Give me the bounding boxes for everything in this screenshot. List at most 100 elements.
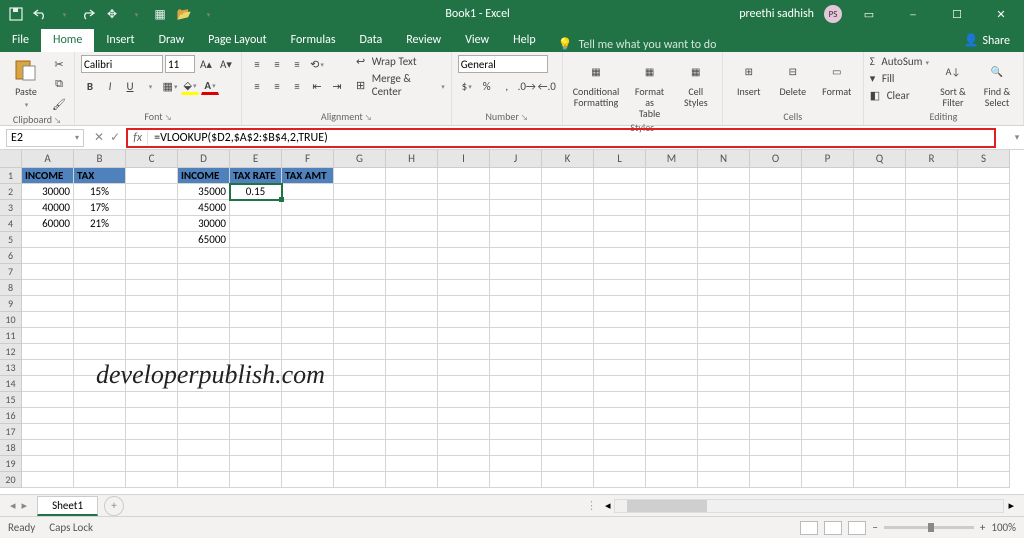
tell-me[interactable]: 💡 Tell me what you want to do <box>548 37 717 52</box>
cell-P20[interactable] <box>802 472 854 488</box>
increase-decimal-button[interactable]: .0→ <box>518 77 536 95</box>
cell-F5[interactable] <box>282 232 334 248</box>
cell-C18[interactable] <box>126 440 178 456</box>
cell-S5[interactable] <box>958 232 1010 248</box>
cell-B11[interactable] <box>74 328 126 344</box>
cell-G2[interactable] <box>334 184 386 200</box>
row-header[interactable]: 20 <box>0 472 22 488</box>
cell-K12[interactable] <box>542 344 594 360</box>
cell-C16[interactable] <box>126 408 178 424</box>
cell-G20[interactable] <box>334 472 386 488</box>
fill-color-button[interactable]: ⬙ <box>181 77 199 95</box>
maximize-button[interactable]: ☐ <box>940 0 974 28</box>
cell-Q17[interactable] <box>854 424 906 440</box>
cell-B6[interactable] <box>74 248 126 264</box>
cell-O14[interactable] <box>750 376 802 392</box>
cell-J1[interactable] <box>490 168 542 184</box>
cell-D8[interactable] <box>178 280 230 296</box>
zoom-out-button[interactable]: − <box>872 521 877 534</box>
cell-P9[interactable] <box>802 296 854 312</box>
cell-E5[interactable] <box>230 232 282 248</box>
tab-formulas[interactable]: Formulas <box>279 29 348 52</box>
cell-L8[interactable] <box>594 280 646 296</box>
cell-F7[interactable] <box>282 264 334 280</box>
cell-J7[interactable] <box>490 264 542 280</box>
column-header[interactable]: O <box>750 150 802 168</box>
row-header[interactable]: 13 <box>0 360 22 376</box>
column-header[interactable]: M <box>646 150 698 168</box>
zoom-in-button[interactable]: + <box>980 521 985 534</box>
column-header[interactable]: G <box>334 150 386 168</box>
cell-J19[interactable] <box>490 456 542 472</box>
cell-Q14[interactable] <box>854 376 906 392</box>
row-header[interactable]: 12 <box>0 344 22 360</box>
cell-I12[interactable] <box>438 344 490 360</box>
cell-D19[interactable] <box>178 456 230 472</box>
cell-I10[interactable] <box>438 312 490 328</box>
cell-R12[interactable] <box>906 344 958 360</box>
cell-I19[interactable] <box>438 456 490 472</box>
cell-S11[interactable] <box>958 328 1010 344</box>
cell-I11[interactable] <box>438 328 490 344</box>
number-launcher[interactable] <box>521 110 528 123</box>
cell-I3[interactable] <box>438 200 490 216</box>
cell-A8[interactable] <box>22 280 74 296</box>
cell-F11[interactable] <box>282 328 334 344</box>
cell-I2[interactable] <box>438 184 490 200</box>
cell-B8[interactable] <box>74 280 126 296</box>
cell-E20[interactable] <box>230 472 282 488</box>
cell-M16[interactable] <box>646 408 698 424</box>
cell-P15[interactable] <box>802 392 854 408</box>
cell-N17[interactable] <box>698 424 750 440</box>
tab-draw[interactable]: Draw <box>147 29 197 52</box>
cell-C9[interactable] <box>126 296 178 312</box>
cell-I9[interactable] <box>438 296 490 312</box>
cell-H16[interactable] <box>386 408 438 424</box>
cell-O16[interactable] <box>750 408 802 424</box>
cell-K9[interactable] <box>542 296 594 312</box>
row-header[interactable]: 11 <box>0 328 22 344</box>
cell-S20[interactable] <box>958 472 1010 488</box>
cell-N18[interactable] <box>698 440 750 456</box>
zoom-slider[interactable] <box>884 526 974 529</box>
tab-view[interactable]: View <box>453 29 501 52</box>
cell-D1[interactable]: INCOME <box>178 168 230 184</box>
row-header[interactable]: 2 <box>0 184 22 200</box>
cell-C3[interactable] <box>126 200 178 216</box>
cell-E11[interactable] <box>230 328 282 344</box>
cell-H13[interactable] <box>386 360 438 376</box>
cell-N9[interactable] <box>698 296 750 312</box>
cell-I17[interactable] <box>438 424 490 440</box>
cell-O18[interactable] <box>750 440 802 456</box>
minimize-button[interactable]: ─ <box>896 0 930 28</box>
column-header[interactable]: B <box>74 150 126 168</box>
cell-I8[interactable] <box>438 280 490 296</box>
cell-N4[interactable] <box>698 216 750 232</box>
cell-A9[interactable] <box>22 296 74 312</box>
cell-A11[interactable] <box>22 328 74 344</box>
cell-P4[interactable] <box>802 216 854 232</box>
cell-C10[interactable] <box>126 312 178 328</box>
cell-A19[interactable] <box>22 456 74 472</box>
cell-E12[interactable] <box>230 344 282 360</box>
cell-O11[interactable] <box>750 328 802 344</box>
row-header[interactable]: 18 <box>0 440 22 456</box>
align-center-button[interactable]: ≡ <box>268 77 286 95</box>
cell-M1[interactable] <box>646 168 698 184</box>
cell-G12[interactable] <box>334 344 386 360</box>
cell-L18[interactable] <box>594 440 646 456</box>
cell-D3[interactable]: 45000 <box>178 200 230 216</box>
cell-Q8[interactable] <box>854 280 906 296</box>
cell-Q16[interactable] <box>854 408 906 424</box>
cell-R8[interactable] <box>906 280 958 296</box>
cell-G11[interactable] <box>334 328 386 344</box>
cell-G16[interactable] <box>334 408 386 424</box>
cell-R20[interactable] <box>906 472 958 488</box>
cell-E7[interactable] <box>230 264 282 280</box>
cell-S18[interactable] <box>958 440 1010 456</box>
cell-K18[interactable] <box>542 440 594 456</box>
cell-M3[interactable] <box>646 200 698 216</box>
cell-H12[interactable] <box>386 344 438 360</box>
view-layout-button[interactable] <box>824 521 842 535</box>
clipboard-launcher[interactable] <box>54 113 61 126</box>
